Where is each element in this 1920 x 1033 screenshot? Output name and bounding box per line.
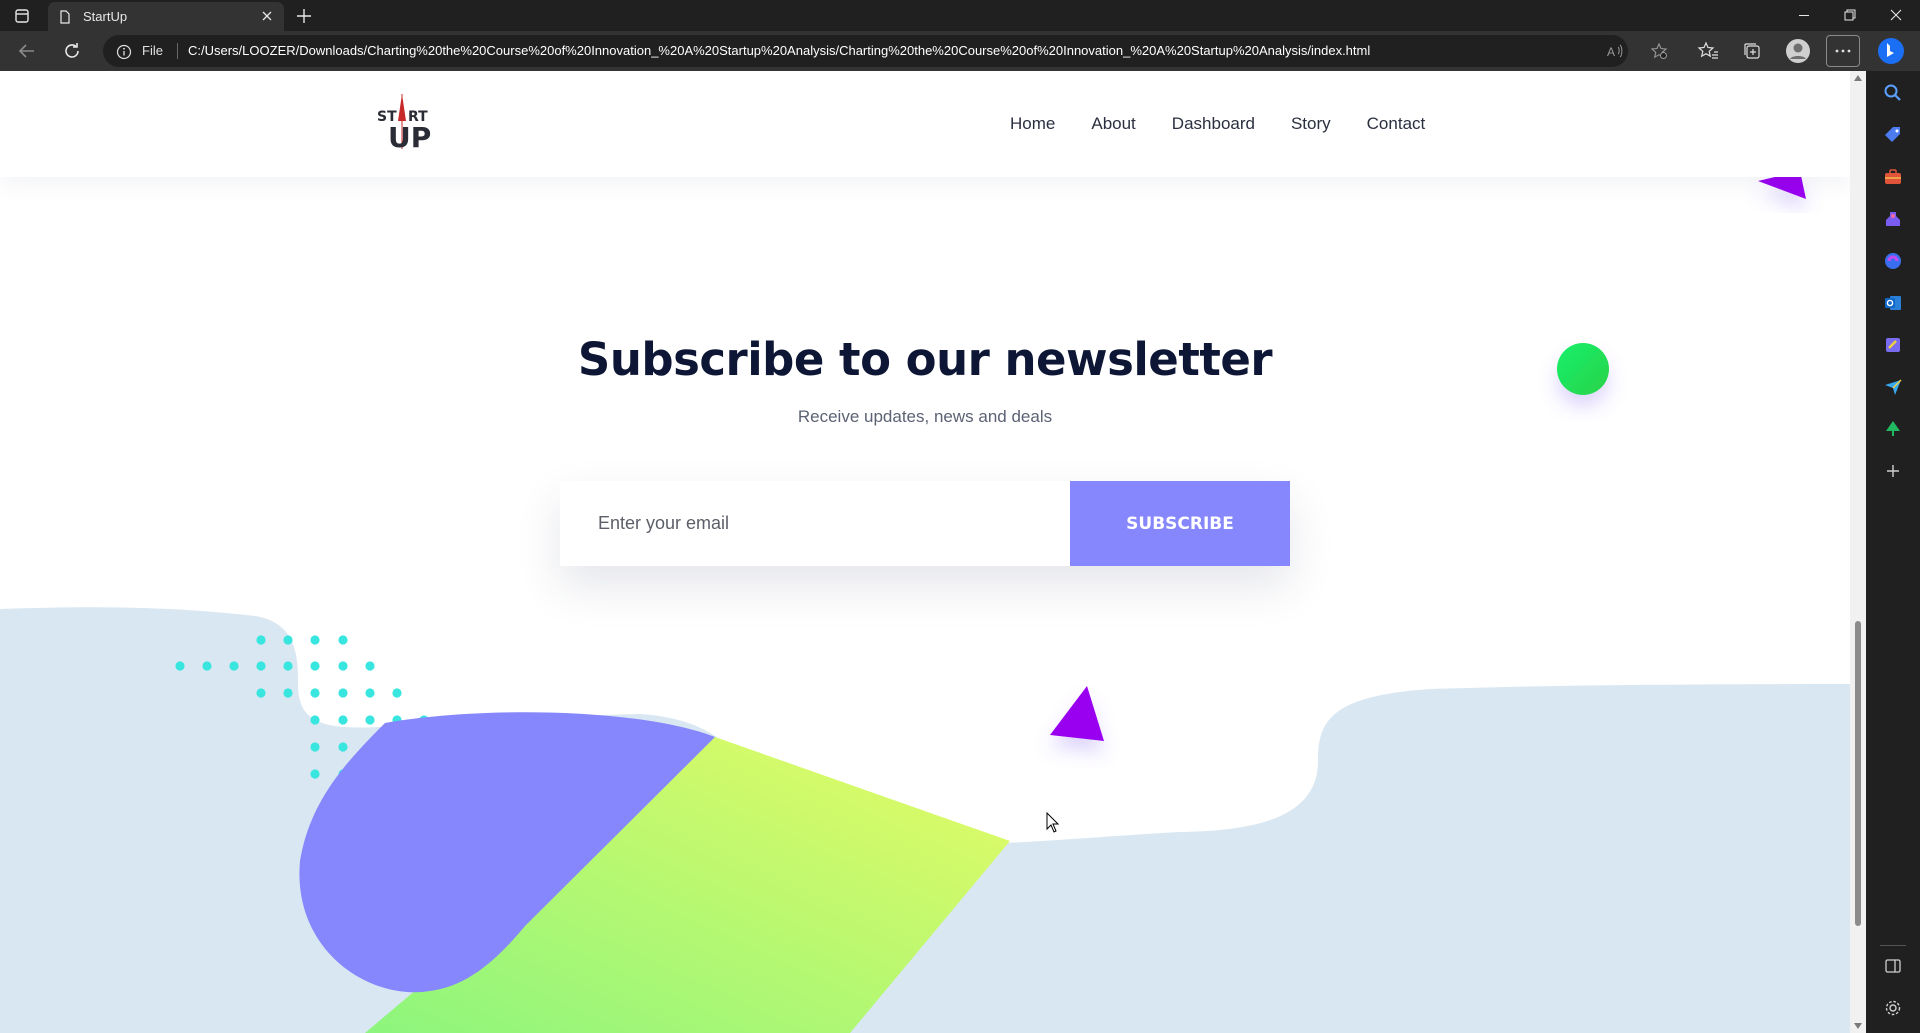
settings-gear-icon[interactable] xyxy=(1882,997,1904,1019)
read-aloud-icon[interactable]: A xyxy=(1606,42,1624,60)
dot xyxy=(229,661,239,671)
dot xyxy=(338,688,348,698)
dot xyxy=(419,742,429,752)
dot xyxy=(256,635,266,645)
dot xyxy=(202,661,212,671)
close-window-icon[interactable] xyxy=(1873,0,1919,31)
newsletter-form: SUBSCRIBE xyxy=(560,481,1290,566)
games-icon[interactable] xyxy=(1882,208,1904,230)
dot xyxy=(446,769,456,779)
microsoft-365-icon[interactable] xyxy=(1882,250,1904,272)
dot xyxy=(256,661,266,671)
dot xyxy=(419,769,429,779)
url-divider xyxy=(177,43,178,59)
browser-sidebar xyxy=(1866,71,1920,1033)
sidebar-layout-icon[interactable] xyxy=(1882,955,1904,977)
browser-tab[interactable]: StartUp xyxy=(48,2,284,31)
dot xyxy=(310,715,320,725)
drop-icon[interactable] xyxy=(1882,334,1904,356)
triangle-center xyxy=(1050,686,1104,741)
dot xyxy=(338,742,348,752)
nav-about[interactable]: About xyxy=(1091,114,1135,134)
shopping-tag-icon[interactable] xyxy=(1882,124,1904,146)
send-icon[interactable] xyxy=(1882,376,1904,398)
dot xyxy=(310,742,320,752)
subscribe-button[interactable]: SUBSCRIBE xyxy=(1070,481,1290,566)
dot xyxy=(338,661,348,671)
dot xyxy=(310,688,320,698)
page-icon xyxy=(58,9,72,24)
browser-tab-bar: StartUp xyxy=(0,0,1920,31)
page-viewport: ST RT UP Home About Dashboard Story Cont… xyxy=(0,71,1850,1033)
tab-title: StartUp xyxy=(83,9,128,24)
dot xyxy=(392,688,402,698)
dot xyxy=(338,715,348,725)
newsletter-subtitle: Receive updates, news and deals xyxy=(797,407,1053,426)
nav-story[interactable]: Story xyxy=(1291,114,1331,134)
dot xyxy=(392,715,402,725)
copilot-icon[interactable] xyxy=(1876,36,1906,66)
dot xyxy=(310,661,320,671)
dot xyxy=(392,742,402,752)
dot xyxy=(283,661,293,671)
add-favorite-icon[interactable] xyxy=(1650,42,1668,60)
info-icon[interactable] xyxy=(116,44,132,60)
dot xyxy=(175,661,185,671)
nav-contact[interactable]: Contact xyxy=(1367,114,1426,134)
purple-blob xyxy=(299,712,715,993)
scroll-up-arrow-icon[interactable] xyxy=(1854,75,1862,81)
dot xyxy=(365,742,375,752)
url-text[interactable]: C:/Users/LOOZER/Downloads/Charting%20the… xyxy=(188,43,1370,58)
favorites-icon[interactable] xyxy=(1697,40,1719,62)
reload-icon[interactable] xyxy=(60,39,84,63)
email-input[interactable] xyxy=(560,481,1070,566)
startup-logo[interactable]: ST RT UP xyxy=(375,89,435,154)
dot xyxy=(365,769,375,779)
add-app-icon[interactable] xyxy=(1882,460,1904,482)
wave-shape xyxy=(0,607,1850,1033)
back-arrow-icon[interactable] xyxy=(15,39,39,63)
scroll-thumb[interactable] xyxy=(1855,621,1861,926)
search-icon[interactable] xyxy=(1882,82,1904,104)
collections-icon[interactable] xyxy=(1741,40,1763,62)
dot xyxy=(419,715,429,725)
dot xyxy=(365,715,375,725)
main-nav: Home About Dashboard Story Contact xyxy=(1010,114,1425,134)
dot xyxy=(365,661,375,671)
file-label: File xyxy=(142,43,163,58)
address-toolbar: File C:/Users/LOOZER/Downloads/Charting%… xyxy=(0,31,1920,71)
newsletter-title: Subscribe to our newsletter xyxy=(577,333,1273,386)
sidebar-divider xyxy=(1880,945,1906,946)
outlook-icon[interactable] xyxy=(1882,292,1904,314)
tab-actions-icon[interactable] xyxy=(12,6,32,26)
dot xyxy=(338,635,348,645)
new-tab-icon[interactable] xyxy=(294,6,314,26)
minimize-icon[interactable] xyxy=(1781,0,1827,31)
site-header: ST RT UP Home About Dashboard Story Cont… xyxy=(0,71,1850,177)
dot-pattern xyxy=(175,635,456,779)
url-bar[interactable]: File C:/Users/LOOZER/Downloads/Charting%… xyxy=(103,35,1668,67)
dot xyxy=(256,688,266,698)
tree-icon[interactable] xyxy=(1882,418,1904,440)
more-options-icon[interactable] xyxy=(1826,35,1860,67)
dot xyxy=(365,688,375,698)
page-scrollbar[interactable] xyxy=(1850,71,1866,1033)
scroll-down-arrow-icon[interactable] xyxy=(1854,1023,1862,1029)
close-tab-icon[interactable] xyxy=(259,8,275,24)
dot xyxy=(283,635,293,645)
dot xyxy=(310,769,320,779)
svg-text:UP: UP xyxy=(388,121,431,153)
profile-avatar[interactable] xyxy=(1785,38,1811,64)
dot xyxy=(283,688,293,698)
restore-icon[interactable] xyxy=(1827,0,1873,31)
tools-briefcase-icon[interactable] xyxy=(1882,166,1904,188)
nav-home[interactable]: Home xyxy=(1010,114,1055,134)
nav-dashboard[interactable]: Dashboard xyxy=(1172,114,1255,134)
dot xyxy=(392,769,402,779)
mouse-cursor-icon xyxy=(1046,811,1060,834)
dot xyxy=(310,635,320,645)
gradient-stripe xyxy=(365,737,1010,1033)
dot xyxy=(338,769,348,779)
svg-text:A: A xyxy=(1607,45,1615,59)
